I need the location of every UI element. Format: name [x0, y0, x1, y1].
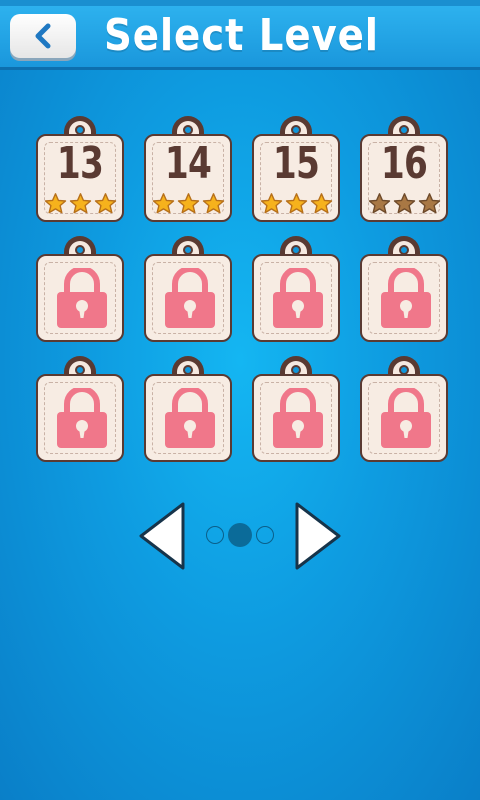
lock-icon — [57, 268, 107, 328]
header-bar: Select Level — [0, 0, 480, 70]
tag-body: 15 — [252, 134, 340, 222]
star-rating — [366, 192, 442, 216]
back-button[interactable] — [10, 14, 76, 58]
page-dot-2-active[interactable] — [228, 523, 252, 547]
level-number: 13 — [56, 138, 104, 189]
lock-icon — [165, 268, 215, 328]
level-tile-locked[interactable] — [142, 236, 234, 346]
level-number: 16 — [380, 138, 428, 189]
lock-icon — [273, 388, 323, 448]
next-page-button[interactable] — [292, 500, 344, 572]
star-icon — [44, 193, 66, 214]
level-tile-locked[interactable] — [34, 236, 126, 346]
lock-icon — [381, 388, 431, 448]
level-tile-locked[interactable] — [358, 236, 450, 346]
tag-body — [144, 254, 232, 342]
tag-body: 16 — [360, 134, 448, 222]
level-tile[interactable]: 14 — [142, 116, 234, 226]
lock-icon — [381, 268, 431, 328]
tag-body — [360, 374, 448, 462]
star-icon — [393, 193, 415, 214]
tag-body — [360, 254, 448, 342]
tag-body — [144, 374, 232, 462]
prev-page-button[interactable] — [136, 500, 188, 572]
tag-body — [36, 374, 124, 462]
star-rating — [258, 192, 334, 216]
star-icon — [152, 193, 174, 214]
level-tile-locked[interactable] — [358, 356, 450, 466]
star-icon — [285, 193, 307, 214]
tag-body: 14 — [144, 134, 232, 222]
page-dot-3[interactable] — [256, 526, 274, 544]
lock-icon — [57, 388, 107, 448]
lock-icon — [165, 388, 215, 448]
level-tile[interactable]: 13 — [34, 116, 126, 226]
tag-body — [252, 374, 340, 462]
level-tile-locked[interactable] — [250, 356, 342, 466]
tag-body — [252, 254, 340, 342]
level-tile[interactable]: 15 — [250, 116, 342, 226]
level-tile-locked[interactable] — [250, 236, 342, 346]
star-icon — [418, 193, 440, 214]
triangle-right-icon — [295, 502, 341, 570]
level-tile-locked[interactable] — [34, 356, 126, 466]
star-rating — [150, 192, 226, 216]
level-number: 15 — [272, 138, 320, 189]
star-icon — [177, 193, 199, 214]
star-icon — [94, 193, 116, 214]
star-rating — [42, 192, 118, 216]
level-tile[interactable]: 16 — [358, 116, 450, 226]
tag-body: 13 — [36, 134, 124, 222]
triangle-left-icon — [139, 502, 185, 570]
star-icon — [69, 193, 91, 214]
page-title: Select Level — [104, 10, 379, 61]
star-icon — [310, 193, 332, 214]
lock-icon — [273, 268, 323, 328]
star-icon — [260, 193, 282, 214]
level-number: 14 — [164, 138, 212, 189]
header-top-strip — [0, 0, 480, 6]
chevron-left-icon — [35, 23, 51, 49]
level-tile-locked[interactable] — [142, 356, 234, 466]
star-icon — [202, 193, 224, 214]
star-icon — [368, 193, 390, 214]
tag-body — [36, 254, 124, 342]
page-dot-1[interactable] — [206, 526, 224, 544]
